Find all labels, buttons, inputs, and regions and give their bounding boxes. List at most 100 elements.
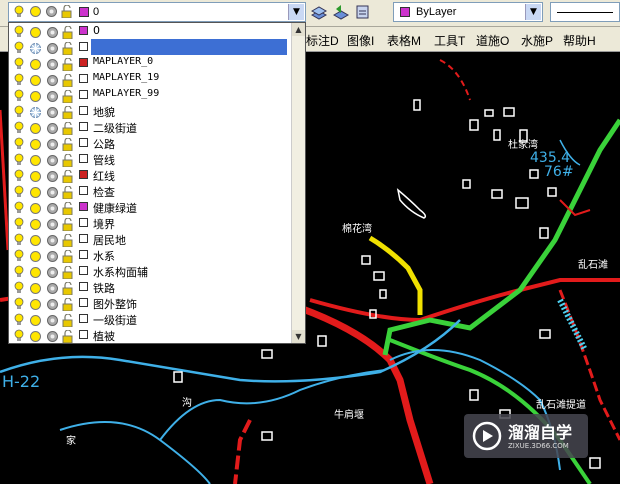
layer-color-swatch[interactable] <box>79 138 88 147</box>
bulb-icon[interactable] <box>13 168 25 181</box>
layer-row[interactable]: 水系 <box>9 247 292 264</box>
lock-icon[interactable] <box>62 120 74 136</box>
gear-icon[interactable] <box>46 184 58 198</box>
sun-icon[interactable] <box>29 296 41 310</box>
gear-icon[interactable] <box>46 280 58 294</box>
layer-row[interactable]: 0 <box>9 23 292 40</box>
bulb-icon[interactable] <box>13 104 25 117</box>
lock-icon[interactable] <box>62 296 74 312</box>
lock-icon[interactable] <box>62 264 74 280</box>
menu-table[interactable]: 表格M <box>387 32 421 49</box>
layer-row[interactable]: 公路 <box>9 135 292 152</box>
scroll-down-icon[interactable]: ▼ <box>292 330 305 343</box>
lock-icon[interactable] <box>62 88 74 104</box>
color-combo[interactable]: ByLayer ▼ <box>393 2 543 22</box>
layer-color-swatch[interactable] <box>79 186 88 195</box>
sun-icon[interactable] <box>29 56 41 70</box>
gear-icon[interactable] <box>46 232 58 246</box>
layer-row[interactable]: 二级街道 <box>9 119 292 136</box>
layer-row[interactable]: 健康绿道 <box>9 199 292 216</box>
lock-icon[interactable] <box>62 216 74 232</box>
gear-icon[interactable] <box>46 200 58 214</box>
menu-image[interactable]: 图像I <box>347 32 374 49</box>
layer-row[interactable] <box>9 39 292 56</box>
gear-icon[interactable] <box>46 104 58 118</box>
sun-icon[interactable] <box>29 72 41 86</box>
sun-icon[interactable] <box>29 248 41 262</box>
layer-color-swatch[interactable] <box>79 42 88 51</box>
gear-icon[interactable] <box>46 152 58 166</box>
lock-icon[interactable] <box>62 168 74 184</box>
sun-icon[interactable] <box>29 24 41 38</box>
scroll-up-icon[interactable]: ▲ <box>292 23 305 36</box>
lock-icon[interactable] <box>62 280 74 296</box>
layer-row[interactable]: 检查 <box>9 183 292 200</box>
lock-icon[interactable] <box>62 328 74 344</box>
lock-icon[interactable] <box>62 248 74 264</box>
bulb-icon[interactable] <box>13 280 25 293</box>
sun-icon[interactable] <box>29 168 41 182</box>
bulb-icon[interactable] <box>13 56 25 69</box>
gear-icon[interactable] <box>46 120 58 134</box>
sun-icon[interactable] <box>29 200 41 214</box>
gear-icon[interactable] <box>46 296 58 310</box>
layer-row[interactable]: 一级街道 <box>9 311 292 328</box>
lock-icon[interactable] <box>62 104 74 120</box>
menu-tools[interactable]: 工具T <box>434 32 465 49</box>
lock-icon[interactable] <box>62 232 74 248</box>
sun-icon[interactable] <box>29 88 41 102</box>
sun-icon[interactable] <box>29 120 41 134</box>
lock-icon[interactable] <box>62 40 74 56</box>
layer-row[interactable]: 图外整饰 <box>9 295 292 312</box>
bulb-icon[interactable] <box>13 120 25 133</box>
layer-row[interactable]: 水系构面辅 <box>9 263 292 280</box>
layer-color-swatch[interactable] <box>79 154 88 163</box>
layer-row[interactable]: 管线 <box>9 151 292 168</box>
sun-icon[interactable] <box>29 280 41 294</box>
linetype-combo[interactable] <box>550 2 620 22</box>
bulb-icon[interactable] <box>13 248 25 261</box>
menu-road[interactable]: 道施O <box>476 32 509 49</box>
gear-icon[interactable] <box>46 56 58 70</box>
gear-icon[interactable] <box>46 136 58 150</box>
bulb-icon[interactable] <box>13 24 25 37</box>
layer-color-swatch[interactable] <box>79 170 88 179</box>
chevron-down-icon[interactable]: ▼ <box>288 4 304 20</box>
sun-icon[interactable] <box>29 232 41 246</box>
layer-row[interactable]: MAPLAYER_99 <box>9 87 292 104</box>
sun-icon[interactable] <box>29 136 41 150</box>
gear-icon[interactable] <box>46 264 58 278</box>
gear-icon[interactable] <box>46 72 58 86</box>
menu-water[interactable]: 水施P <box>521 32 553 49</box>
layer-color-swatch[interactable] <box>79 122 88 131</box>
bulb-icon[interactable] <box>13 72 25 85</box>
layer-match-icon[interactable] <box>354 3 372 21</box>
gear-icon[interactable] <box>46 40 58 54</box>
layer-color-swatch[interactable] <box>79 218 88 227</box>
bulb-icon[interactable] <box>13 136 25 149</box>
lock-icon[interactable] <box>62 200 74 216</box>
menu-help[interactable]: 帮助H <box>563 32 596 49</box>
layer-row[interactable]: 植被 <box>9 327 292 344</box>
layer-color-swatch[interactable] <box>79 282 88 291</box>
menu-dimension[interactable]: 标注D <box>306 32 339 49</box>
gear-icon[interactable] <box>46 328 58 342</box>
bulb-icon[interactable] <box>13 264 25 277</box>
bulb-icon[interactable] <box>13 152 25 165</box>
layer-row[interactable]: MAPLAYER_0 <box>9 55 292 72</box>
gear-icon[interactable] <box>46 168 58 182</box>
lock-icon[interactable] <box>62 136 74 152</box>
snowflake-icon[interactable] <box>29 104 41 118</box>
snowflake-icon[interactable] <box>29 40 41 54</box>
gear-icon[interactable] <box>46 216 58 230</box>
layer-color-swatch[interactable] <box>79 90 88 99</box>
layer-previous-icon[interactable] <box>332 3 350 21</box>
sun-icon[interactable] <box>29 184 41 198</box>
layer-color-swatch[interactable] <box>79 266 88 275</box>
bulb-icon[interactable] <box>13 40 25 53</box>
bulb-icon[interactable] <box>13 232 25 245</box>
lock-icon[interactable] <box>62 312 74 328</box>
sun-icon[interactable] <box>29 312 41 326</box>
layer-color-swatch[interactable] <box>79 106 88 115</box>
layer-color-swatch[interactable] <box>79 26 88 35</box>
